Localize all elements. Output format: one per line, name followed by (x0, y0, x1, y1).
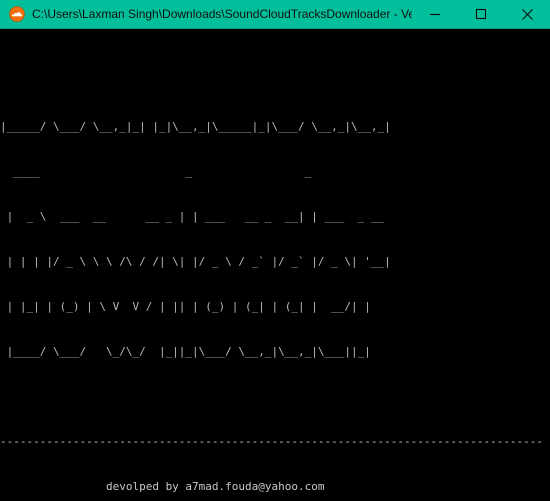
credit-line: devolped by a7mad.fouda@yahoo.com (0, 480, 325, 493)
minimize-icon (430, 13, 440, 16)
banner-line: ____ _ _ (0, 165, 398, 178)
ascii-art-banner: |_____/ \___/ \__,_|_| |_|\__,_|\_____|_… (0, 89, 550, 389)
close-icon (521, 8, 533, 20)
separator-line: ----------------------------------------… (0, 435, 544, 448)
banner-line: |_____/ \___/ \__,_|_| |_|\__,_|\_____|_… (0, 120, 391, 133)
application-window: C:\Users\Laxman Singh\Downloads\SoundClo… (0, 0, 550, 501)
banner-line: | |_| | (_) | \ V V / | || | (_) | (_| |… (0, 300, 398, 313)
maximize-icon (475, 8, 487, 20)
maximize-button[interactable] (458, 0, 504, 28)
close-button[interactable] (504, 0, 550, 28)
window-title: C:\Users\Laxman Singh\Downloads\SoundClo… (32, 7, 412, 21)
title-bar[interactable]: C:\Users\Laxman Singh\Downloads\SoundClo… (0, 0, 550, 29)
minimize-button[interactable] (412, 0, 458, 28)
banner-line: |____/ \___/ \_/\_/ |_||_|\___/ \__,_|\_… (0, 345, 398, 358)
banner-line: | _ \ ___ __ __ _ | | ___ __ _ __| | ___… (0, 210, 398, 223)
soundcloud-cloud-icon (9, 6, 25, 22)
banner-line: | | | |/ _ \ \ \ /\ / /| \| |/ _ \ / _` … (0, 255, 398, 268)
console-output[interactable]: |_____/ \___/ \__,_|_| |_|\__,_|\_____|_… (0, 29, 550, 501)
